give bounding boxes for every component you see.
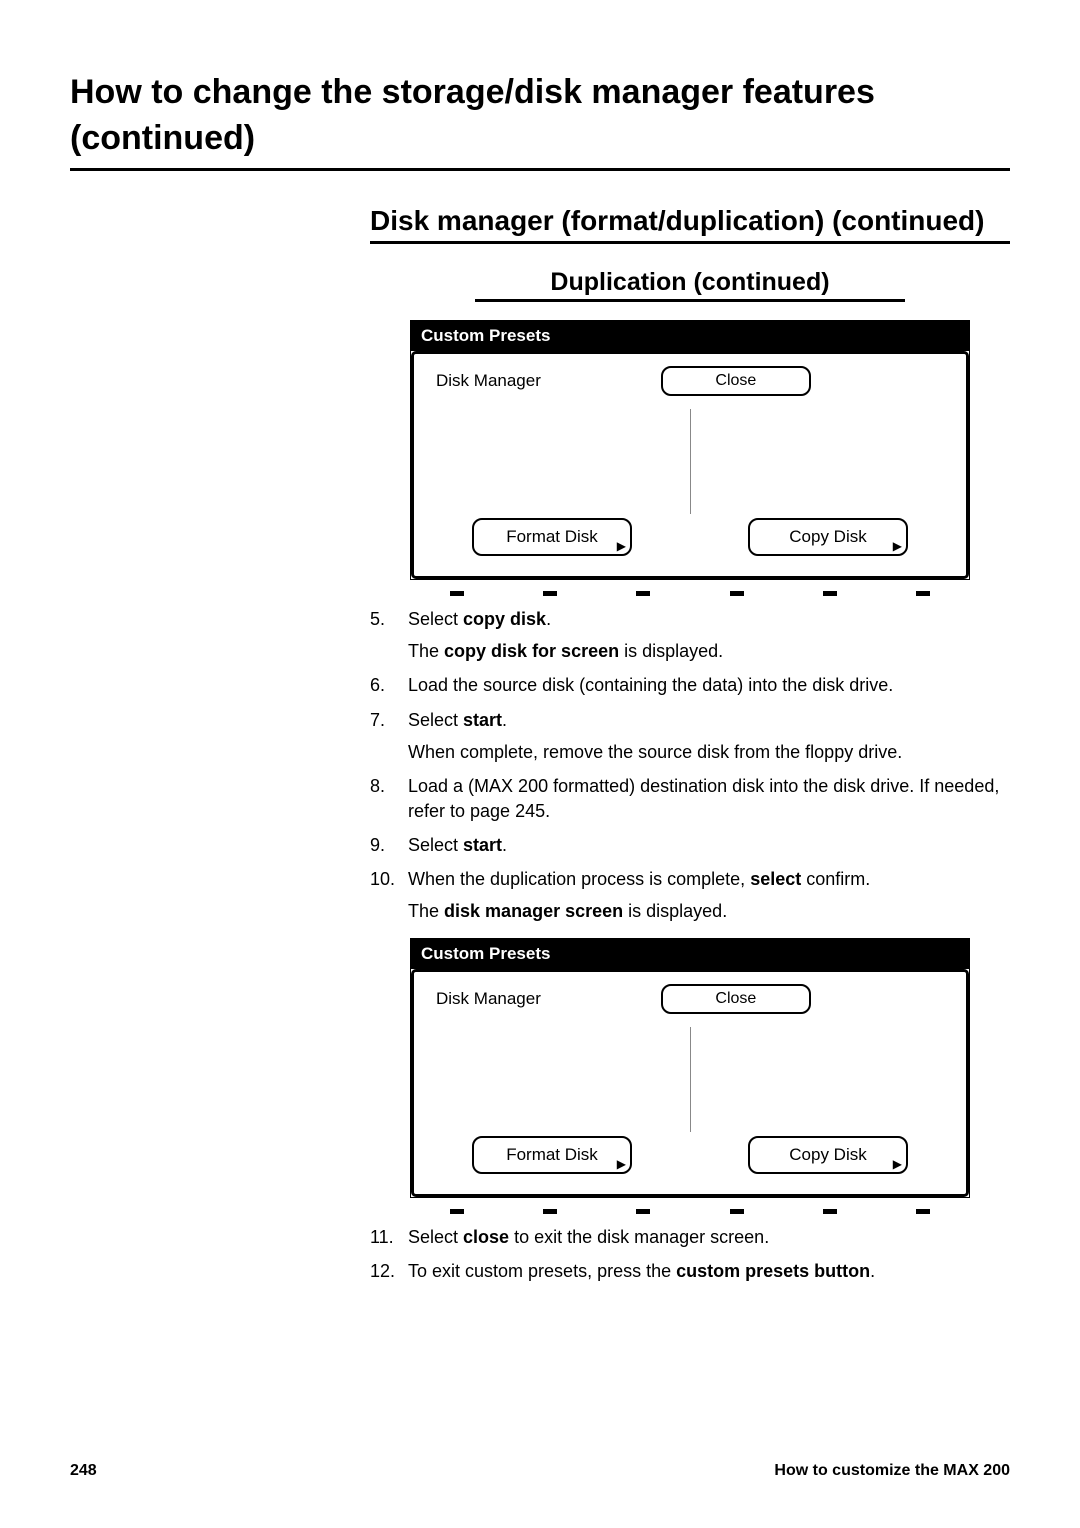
step-sub-bold: copy disk for screen: [444, 641, 619, 661]
heading-2-rule: [370, 241, 1010, 244]
step-10: 10. When the duplication process is comp…: [370, 867, 1010, 924]
step-bold: custom presets button: [676, 1261, 870, 1281]
page-title: How to change the storage/disk manager f…: [70, 70, 1010, 171]
copy-disk-label: Copy Disk: [789, 527, 866, 547]
step-text: .: [502, 835, 507, 855]
dialog-titlebar: Custom Presets: [411, 939, 969, 969]
step-11: 11. Select close to exit the disk manage…: [370, 1225, 1010, 1249]
step-bold: start: [463, 710, 502, 730]
close-button[interactable]: Close: [661, 984, 811, 1014]
dialog-custom-presets-2: Custom Presets Disk Manager Close Format…: [410, 938, 970, 1198]
submenu-arrow-icon: ▶: [893, 1158, 902, 1170]
step-bold: close: [463, 1227, 509, 1247]
submenu-arrow-icon: ▶: [893, 540, 902, 552]
step-number: 10.: [370, 867, 408, 924]
dialog-label: Disk Manager: [428, 989, 541, 1009]
copy-disk-button[interactable]: Copy Disk ▶: [748, 1136, 908, 1174]
step-text: Select: [408, 835, 463, 855]
step-bold: copy disk: [463, 609, 546, 629]
step-number: 7.: [370, 708, 408, 765]
step-text: .: [870, 1261, 875, 1281]
step-text: Load a (MAX 200 formatted) destination d…: [408, 776, 999, 820]
copy-disk-label: Copy Disk: [789, 1145, 866, 1165]
step-text: confirm.: [801, 869, 870, 889]
page-number: 248: [70, 1462, 97, 1480]
step-text: Select: [408, 609, 463, 629]
step-subtext: is displayed.: [623, 901, 727, 921]
close-button[interactable]: Close: [661, 366, 811, 396]
close-button-label: Close: [715, 372, 756, 390]
step-number: 11.: [370, 1225, 408, 1249]
heading-1: How to change the storage/disk manager f…: [70, 70, 1010, 162]
step-subtext: is displayed.: [619, 641, 723, 661]
step-subtext: The: [408, 641, 444, 661]
step-text: To exit custom presets, press the: [408, 1261, 676, 1281]
close-button-label: Close: [715, 990, 756, 1008]
step-9: 9. Select start.: [370, 833, 1010, 857]
subsection-heading-wrap: Duplication (continued): [370, 268, 1010, 302]
heading-1-rule: [70, 168, 1010, 171]
step-7: 7. Select start. When complete, remove t…: [370, 708, 1010, 765]
step-text: Select: [408, 1227, 463, 1247]
page-footer: 248 How to customize the MAX 200: [70, 1462, 1010, 1480]
copy-disk-button[interactable]: Copy Disk ▶: [748, 518, 908, 556]
steps-list-b: 11. Select close to exit the disk manage…: [370, 1225, 1010, 1284]
step-sub-bold: disk manager screen: [444, 901, 623, 921]
dialog-label: Disk Manager: [428, 371, 541, 391]
binder-ticks: [410, 1209, 970, 1215]
heading-2: Disk manager (format/duplication) (conti…: [370, 205, 1010, 237]
step-bold: select: [750, 869, 801, 889]
step-bold: start: [463, 835, 502, 855]
footer-section-title: How to customize the MAX 200: [774, 1462, 1010, 1480]
dialog-titlebar: Custom Presets: [411, 321, 969, 351]
step-number: 9.: [370, 833, 408, 857]
steps-list-a: 5. Select copy disk. The copy disk for s…: [370, 607, 1010, 924]
step-subtext: The: [408, 901, 444, 921]
format-disk-button[interactable]: Format Disk ▶: [472, 518, 632, 556]
format-disk-label: Format Disk: [506, 527, 598, 547]
dialog-custom-presets-1: Custom Presets Disk Manager Close Format…: [410, 320, 970, 580]
step-12: 12. To exit custom presets, press the cu…: [370, 1259, 1010, 1283]
submenu-arrow-icon: ▶: [617, 1158, 626, 1170]
vertical-divider: [690, 409, 691, 514]
step-8: 8. Load a (MAX 200 formatted) destinatio…: [370, 774, 1010, 823]
step-text: When the duplication process is complete…: [408, 869, 750, 889]
step-number: 6.: [370, 673, 408, 697]
step-text: .: [502, 710, 507, 730]
dialog-body: Disk Manager Close Format Disk ▶ Copy Di…: [411, 351, 969, 579]
step-number: 12.: [370, 1259, 408, 1283]
step-text: Select: [408, 710, 463, 730]
step-number: 5.: [370, 607, 408, 664]
step-text: to exit the disk manager screen.: [509, 1227, 769, 1247]
format-disk-label: Format Disk: [506, 1145, 598, 1165]
heading-3: Duplication (continued): [550, 268, 829, 297]
section-heading: Disk manager (format/duplication) (conti…: [370, 205, 1010, 244]
step-6: 6. Load the source disk (containing the …: [370, 673, 1010, 697]
step-text: Load the source disk (containing the dat…: [408, 675, 893, 695]
heading-3-rule: [475, 299, 905, 302]
dialog-body: Disk Manager Close Format Disk ▶ Copy Di…: [411, 969, 969, 1197]
step-text: .: [546, 609, 551, 629]
vertical-divider: [690, 1027, 691, 1132]
step-subtext: When complete, remove the source disk fr…: [408, 740, 1010, 764]
submenu-arrow-icon: ▶: [617, 540, 626, 552]
binder-ticks: [410, 591, 970, 597]
step-number: 8.: [370, 774, 408, 823]
format-disk-button[interactable]: Format Disk ▶: [472, 1136, 632, 1174]
step-5: 5. Select copy disk. The copy disk for s…: [370, 607, 1010, 664]
